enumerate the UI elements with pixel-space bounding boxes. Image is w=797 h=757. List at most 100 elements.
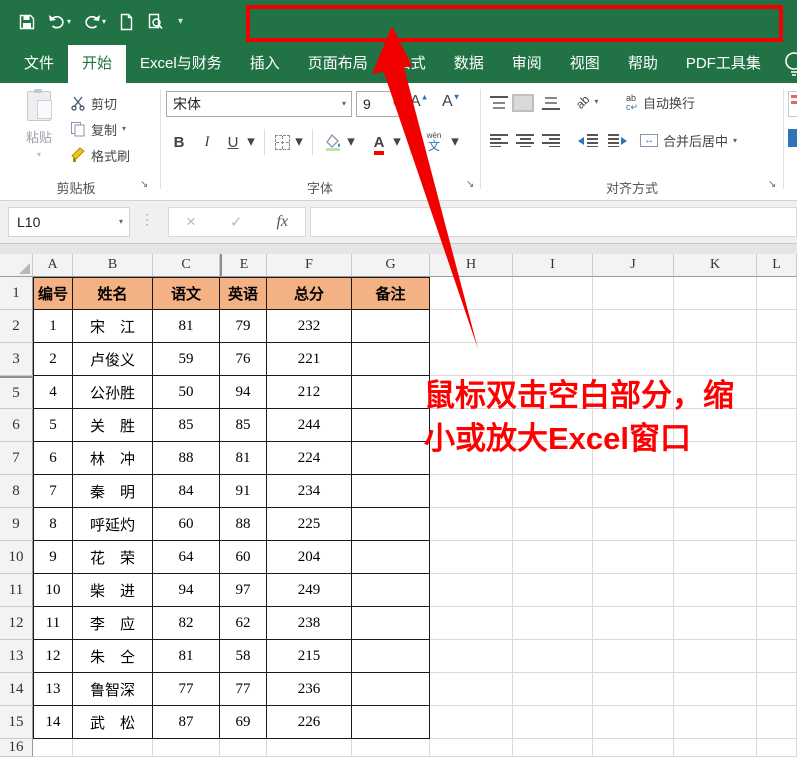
tab-home[interactable]: 开始 — [68, 45, 126, 83]
cell-H16[interactable] — [430, 739, 513, 757]
cell-L2[interactable] — [757, 310, 797, 343]
undo-button[interactable]: ▾ — [45, 9, 73, 35]
cell-F6[interactable]: 244 — [267, 409, 352, 442]
font-color-button[interactable]: A — [368, 129, 390, 155]
row-header-9[interactable]: 9 — [0, 508, 33, 541]
cell-H14[interactable] — [430, 673, 513, 706]
cell-A10[interactable]: 9 — [33, 541, 73, 574]
font-color-dropdown-caret[interactable]: ▾ — [392, 129, 402, 155]
cell-J14[interactable] — [593, 673, 674, 706]
row-header-1[interactable]: 1 — [0, 277, 33, 310]
underline-dropdown-caret[interactable]: ▾ — [246, 129, 256, 155]
tell-me-lightbulb-icon[interactable] — [781, 50, 797, 85]
align-bottom-button[interactable] — [542, 96, 560, 110]
column-header-B[interactable]: B — [73, 254, 153, 277]
cell-A12[interactable]: 11 — [33, 607, 73, 640]
cell-G16[interactable] — [352, 739, 430, 757]
cell-A6[interactable]: 5 — [33, 409, 73, 442]
column-header-C[interactable]: C — [153, 254, 220, 277]
cell-L1[interactable] — [757, 277, 797, 310]
align-right-button[interactable] — [542, 133, 560, 147]
font-size-combobox[interactable]: 9 ▾ — [356, 91, 402, 117]
tab-data[interactable]: 数据 — [440, 45, 498, 83]
cell-F5[interactable]: 212 — [267, 376, 352, 409]
fill-color-dropdown-caret[interactable]: ▾ — [346, 129, 356, 155]
column-header-J[interactable]: J — [593, 254, 674, 277]
clipped-style-icon[interactable] — [788, 129, 797, 147]
cell-B3[interactable]: 卢俊义 — [73, 343, 153, 376]
cell-A9[interactable]: 8 — [33, 508, 73, 541]
formula-bar-splitter[interactable]: ⋮ — [140, 211, 154, 228]
decrease-indent-button[interactable] — [578, 133, 598, 147]
name-box[interactable]: L10 ▾ — [8, 207, 130, 237]
tab-view[interactable]: 视图 — [556, 45, 614, 83]
borders-dropdown-caret[interactable]: ▾ — [294, 129, 304, 155]
cell-C1[interactable]: 语文 — [153, 277, 220, 310]
borders-button[interactable] — [272, 129, 292, 155]
cell-F1[interactable]: 总分 — [267, 277, 352, 310]
cell-E11[interactable]: 97 — [220, 574, 267, 607]
font-name-caret[interactable]: ▾ — [342, 100, 351, 108]
column-header-A[interactable]: A — [33, 254, 73, 277]
cell-L7[interactable] — [757, 442, 797, 475]
select-all-corner[interactable] — [0, 254, 33, 277]
align-left-button[interactable] — [490, 133, 508, 147]
cell-L9[interactable] — [757, 508, 797, 541]
column-header-L[interactable]: L — [757, 254, 797, 277]
cell-F14[interactable]: 236 — [267, 673, 352, 706]
cell-E5[interactable]: 94 — [220, 376, 267, 409]
tab-insert[interactable]: 插入 — [236, 45, 294, 83]
increase-indent-button[interactable] — [608, 133, 628, 147]
cell-B1[interactable]: 姓名 — [73, 277, 153, 310]
cell-F16[interactable] — [267, 739, 352, 757]
row-header-13[interactable]: 13 — [0, 640, 33, 673]
row-header-10[interactable]: 10 — [0, 541, 33, 574]
cell-J9[interactable] — [593, 508, 674, 541]
redo-button[interactable]: ▾ — [80, 9, 108, 35]
row-header-3[interactable]: 3 — [0, 343, 33, 376]
cell-J1[interactable] — [593, 277, 674, 310]
cell-B8[interactable]: 秦 明 — [73, 475, 153, 508]
cell-G2[interactable] — [352, 310, 430, 343]
cell-E9[interactable]: 88 — [220, 508, 267, 541]
cell-I16[interactable] — [513, 739, 593, 757]
row-header-6[interactable]: 6 — [0, 409, 33, 442]
bold-button[interactable]: B — [168, 129, 190, 155]
cell-K9[interactable] — [674, 508, 757, 541]
new-file-button[interactable] — [115, 9, 137, 35]
merge-center-dropdown-caret[interactable]: ▾ — [733, 137, 737, 145]
cell-C8[interactable]: 84 — [153, 475, 220, 508]
column-header-I[interactable]: I — [513, 254, 593, 277]
align-middle-button[interactable] — [514, 96, 532, 110]
cell-G9[interactable] — [352, 508, 430, 541]
cell-J2[interactable] — [593, 310, 674, 343]
format-painter-button[interactable]: 格式刷 — [70, 143, 130, 167]
cell-E10[interactable]: 60 — [220, 541, 267, 574]
fill-color-button[interactable] — [322, 129, 344, 155]
tab-formulas[interactable]: 公式 — [382, 45, 440, 83]
cell-A13[interactable]: 12 — [33, 640, 73, 673]
cell-F7[interactable]: 224 — [267, 442, 352, 475]
cell-A14[interactable]: 13 — [33, 673, 73, 706]
cell-J13[interactable] — [593, 640, 674, 673]
cell-K16[interactable] — [674, 739, 757, 757]
cell-E1[interactable]: 英语 — [220, 277, 267, 310]
cell-J16[interactable] — [593, 739, 674, 757]
cell-H13[interactable] — [430, 640, 513, 673]
cell-J11[interactable] — [593, 574, 674, 607]
cell-G10[interactable] — [352, 541, 430, 574]
cell-E15[interactable]: 69 — [220, 706, 267, 739]
tab-excel-finance[interactable]: Excel与财务 — [126, 45, 236, 83]
clipped-number-format-control[interactable] — [788, 91, 797, 117]
cell-C3[interactable]: 59 — [153, 343, 220, 376]
align-center-button[interactable] — [516, 133, 534, 147]
row-header-16[interactable]: 16 — [0, 739, 33, 757]
align-top-button[interactable] — [490, 96, 508, 110]
cell-J15[interactable] — [593, 706, 674, 739]
cell-E7[interactable]: 81 — [220, 442, 267, 475]
phonetic-guide-button[interactable]: wén文 — [422, 129, 446, 155]
cell-H3[interactable] — [430, 343, 513, 376]
paste-dropdown-caret[interactable]: ▾ — [37, 151, 41, 159]
cell-E6[interactable]: 85 — [220, 409, 267, 442]
cell-A11[interactable]: 10 — [33, 574, 73, 607]
